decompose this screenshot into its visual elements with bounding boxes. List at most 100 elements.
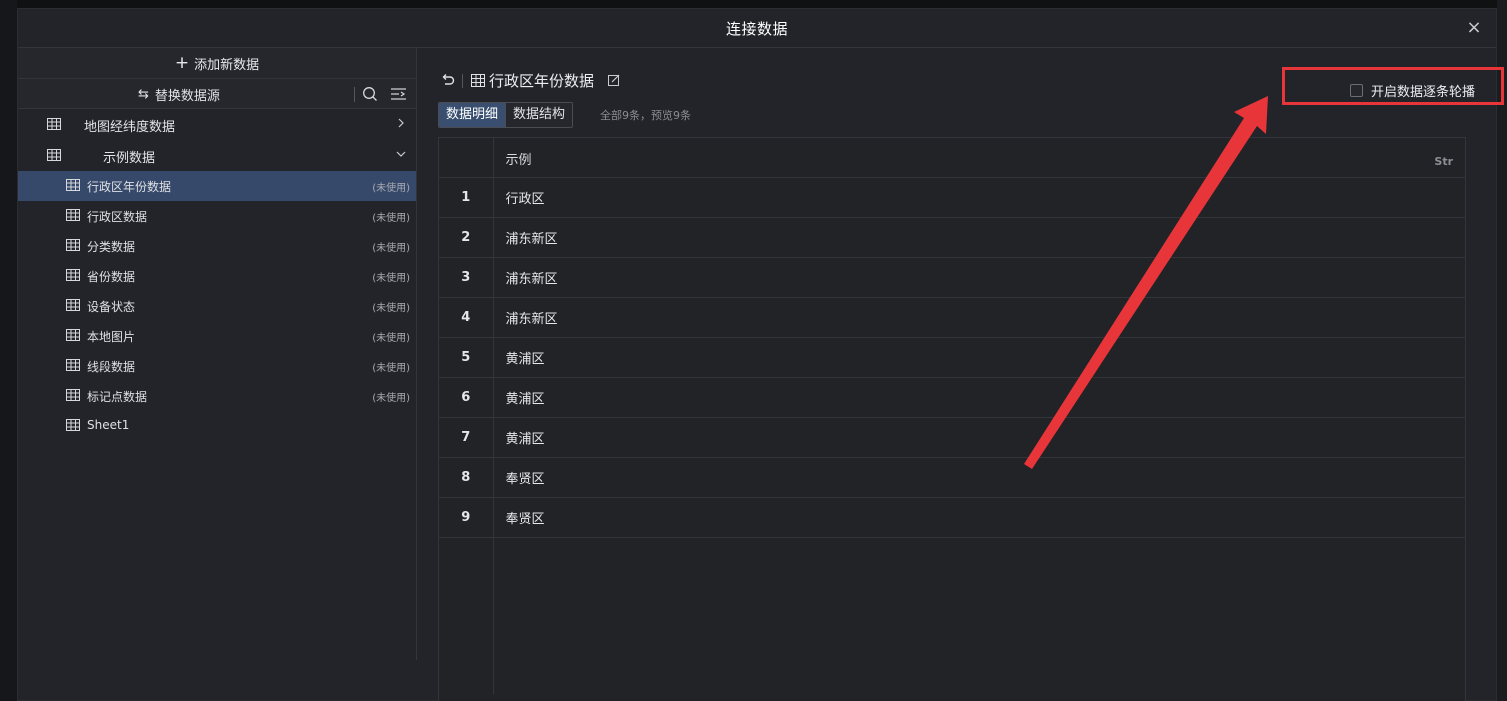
dataset-item[interactable]: 行政区数据 (未使用)	[18, 201, 416, 231]
table-body: 1 行政区 2 浦东新区 3 浦东新区 4 浦东新区 5 黄浦区 6 黄浦区 7 黄浦区 8 奉贤区 9 奉贤区	[439, 177, 1465, 694]
dataset-item[interactable]: Sheet1	[18, 411, 416, 441]
cell-value: 黄浦区	[493, 417, 1465, 458]
table-row: 6 黄浦区	[439, 377, 1465, 418]
usage-status: (未使用)	[372, 333, 410, 344]
background-app-right	[1497, 0, 1507, 701]
swap-icon: ⇆	[138, 86, 149, 102]
table-row: 5 黄浦区	[439, 337, 1465, 378]
table-grid-icon	[66, 209, 80, 221]
table-row: 3 浦东新区	[439, 257, 1465, 298]
dataset-item[interactable]: 省份数据 (未使用)	[18, 261, 416, 291]
carousel-checkbox[interactable]	[1350, 83, 1363, 97]
dataset-item-label: 本地图片	[87, 330, 136, 344]
data-preview-panel: 行政区年份数据 数据明细 数据结构 全部9条，预览9条 开启数据逐条轮播 示例 …	[438, 48, 1488, 701]
title-divider	[462, 74, 463, 88]
close-icon[interactable]: ×	[1464, 18, 1484, 38]
carousel-toggle[interactable]: 开启数据逐条轮播	[1350, 81, 1476, 100]
cell-value: 行政区	[493, 177, 1465, 218]
table-row: 9 奉贤区	[439, 497, 1465, 538]
dataset-title: 行政区年份数据	[489, 72, 595, 90]
value-column-filler	[493, 537, 1465, 694]
data-source-panel: + 添加新数据 ⇆ 替换数据源 地图经纬度数据 示例数据 行政区年份数据 (未使…	[18, 48, 417, 660]
dataset-item-label: 线段数据	[87, 360, 136, 374]
table-grid-icon	[66, 389, 80, 401]
table-grid-icon	[47, 118, 61, 130]
cell-value: 浦东新区	[493, 297, 1465, 338]
dataset-item-label: 设备状态	[87, 300, 136, 314]
table-empty-space	[439, 537, 1465, 694]
search-icon[interactable]	[362, 86, 378, 102]
folder-label: 地图经纬度数据	[84, 120, 176, 135]
filter-icon[interactable]	[390, 86, 407, 102]
cell-value: 奉贤区	[493, 457, 1465, 498]
folder-sample-data[interactable]: 示例数据	[18, 140, 416, 171]
usage-status: (未使用)	[372, 183, 410, 194]
connect-data-dialog: 连接数据 × + 添加新数据 ⇆ 替换数据源 地图经纬度数据 示例数据 行政区年…	[17, 8, 1497, 701]
row-index: 7	[439, 417, 494, 458]
row-index: 8	[439, 457, 494, 498]
dataset-item-label: 行政区数据	[87, 210, 148, 224]
record-count: 全部9条，预览9条	[600, 109, 691, 122]
row-index: 2	[439, 217, 494, 258]
replace-data-source-label: 替换数据源	[154, 88, 220, 104]
column-header[interactable]: 示例 Str	[493, 138, 1465, 178]
table-grid-icon	[66, 179, 80, 191]
table-row: 7 黄浦区	[439, 417, 1465, 458]
dataset-item-label: 分类数据	[87, 240, 136, 254]
add-new-data-label: 添加新数据	[194, 57, 260, 73]
usage-status: (未使用)	[372, 273, 410, 284]
edit-icon[interactable]	[608, 74, 620, 86]
plus-icon: +	[174, 52, 190, 73]
table-grid-icon	[66, 419, 80, 431]
row-index: 1	[439, 177, 494, 218]
index-column-header	[439, 138, 494, 178]
cell-value: 黄浦区	[493, 337, 1465, 378]
table-grid-icon	[47, 149, 61, 161]
row-index: 9	[439, 497, 494, 538]
index-column-filler	[439, 537, 494, 694]
dataset-item[interactable]: 设备状态 (未使用)	[18, 291, 416, 321]
chevron-right-icon	[394, 115, 408, 131]
cell-value: 浦东新区	[493, 257, 1465, 298]
add-new-data-button[interactable]: + 添加新数据	[18, 48, 416, 79]
dataset-item[interactable]: 行政区年份数据 (未使用)	[18, 171, 416, 201]
replace-data-source-button[interactable]: ⇆ 替换数据源	[138, 79, 220, 109]
table-header-row: 示例 Str	[439, 138, 1465, 178]
dataset-item[interactable]: 标记点数据 (未使用)	[18, 381, 416, 411]
tab-data-structure[interactable]: 数据结构	[505, 103, 573, 127]
column-type-tag: Str	[1434, 155, 1453, 168]
background-app-left	[0, 0, 17, 701]
column-name: 示例	[505, 153, 532, 168]
row-index: 3	[439, 257, 494, 298]
row-index: 6	[439, 377, 494, 418]
row-index: 5	[439, 337, 494, 378]
tab-data-detail[interactable]: 数据明细	[439, 103, 506, 127]
cell-value: 黄浦区	[493, 377, 1465, 418]
undo-icon[interactable]	[440, 72, 456, 88]
dataset-item-label: 省份数据	[87, 270, 136, 284]
dataset-item[interactable]: 线段数据 (未使用)	[18, 351, 416, 381]
dialog-title: 连接数据	[725, 19, 788, 38]
table-row: 4 浦东新区	[439, 297, 1465, 338]
usage-status: (未使用)	[372, 363, 410, 374]
table-row: 2 浦东新区	[439, 217, 1465, 258]
dialog-header: 连接数据 ×	[18, 9, 1496, 48]
table-row: 1 行政区	[439, 177, 1465, 218]
table-grid-icon	[66, 359, 80, 371]
dataset-item[interactable]: 分类数据 (未使用)	[18, 231, 416, 261]
dataset-item-label: 标记点数据	[87, 390, 148, 404]
usage-status: (未使用)	[372, 243, 410, 254]
data-table: 示例 Str 1 行政区 2 浦东新区 3 浦东新区 4 浦东新区 5 黄浦区 6 黄浦区 7 黄浦区 8 奉…	[438, 137, 1466, 701]
table-grid-icon	[66, 239, 80, 251]
table-grid-icon	[66, 269, 80, 281]
folder-map-coordinates[interactable]: 地图经纬度数据	[18, 109, 416, 140]
table-grid-icon	[66, 299, 80, 311]
usage-status: (未使用)	[372, 213, 410, 224]
preview-tabs: 数据明细 数据结构	[438, 102, 574, 128]
dataset-item-label: 行政区年份数据	[87, 180, 172, 194]
usage-status: (未使用)	[372, 303, 410, 314]
carousel-label: 开启数据逐条轮播	[1371, 84, 1476, 100]
replace-toolbar: ⇆ 替换数据源	[18, 79, 416, 109]
dataset-item[interactable]: 本地图片 (未使用)	[18, 321, 416, 351]
background-app-strip	[0, 0, 1507, 8]
